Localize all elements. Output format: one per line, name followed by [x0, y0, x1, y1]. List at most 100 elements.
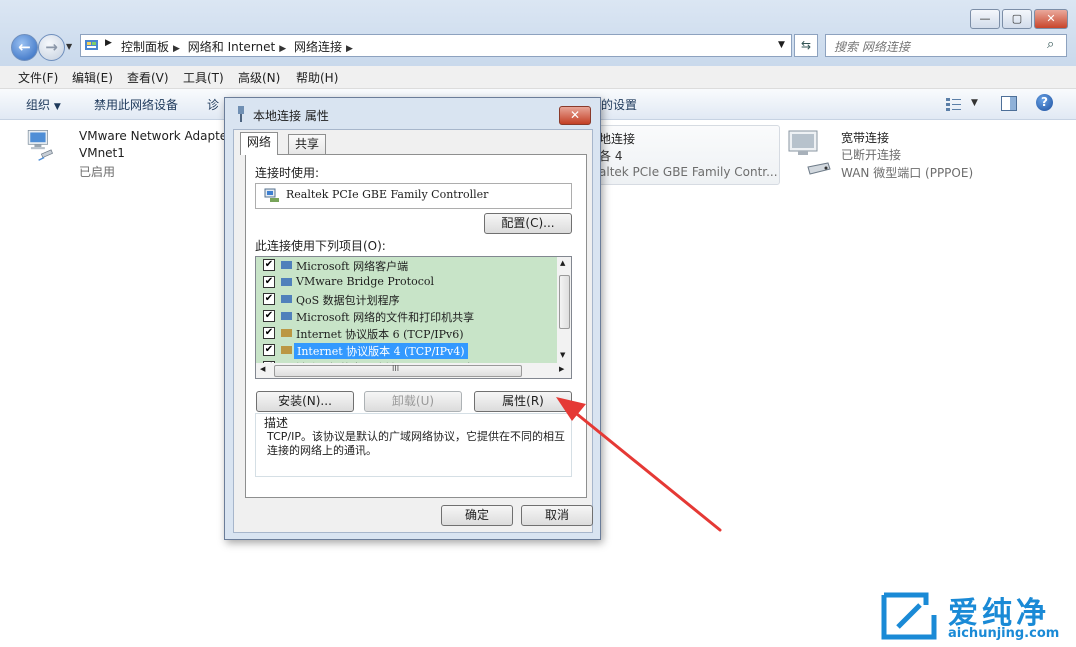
connection-network: 已断开连接 — [841, 148, 902, 162]
close-button[interactable]: ✕ — [1034, 9, 1068, 29]
tab-panel-network: 连接时使用: Realtek PCIe GBE Family Controlle… — [245, 154, 587, 498]
configure-button[interactable]: 配置(C)... — [484, 213, 572, 234]
address-dropdown-icon[interactable]: ▼ — [778, 40, 785, 50]
dialog-title: 本地连接 属性 — [253, 109, 329, 123]
component-icon — [280, 259, 293, 271]
description-group: 描述 TCP/IP。该协议是默认的广域网络协议，它提供在不同的相互连接的网络上的… — [255, 413, 572, 477]
list-item[interactable]: ✔ Internet 协议版本 6 (TCP/IPv6) — [256, 325, 557, 342]
components-list-rows: ✔ Microsoft 网络客户端 ✔ VMware Bridge Protocol ✔… — [256, 257, 557, 363]
description-label: 描述 — [264, 414, 289, 431]
minimize-button[interactable]: — — [970, 9, 1000, 29]
view-options-icon[interactable] — [946, 97, 962, 111]
tab-network[interactable]: 网络 — [240, 132, 279, 155]
list-item-label: Internet 协议版本 4 (TCP/IPv4) — [294, 343, 468, 359]
list-item-label: Internet 协议版本 6 (TCP/IPv6) — [296, 328, 464, 341]
component-icon — [280, 276, 293, 288]
list-item[interactable]: ✔ Microsoft 网络客户端 — [256, 257, 557, 274]
organize-label: 组织 — [26, 98, 51, 112]
scroll-up-icon[interactable]: ▲ — [560, 259, 565, 267]
search-icon[interactable]: ⌕ — [1047, 37, 1054, 52]
refresh-button[interactable]: ⇆ — [794, 34, 818, 57]
menu-file[interactable]: 文件(F) — [18, 69, 58, 86]
change-settings-button[interactable]: 的设置 — [601, 96, 637, 113]
scroll-right-icon[interactable]: ▶ — [559, 365, 564, 373]
menu-view[interactable]: 查看(V) — [127, 69, 169, 86]
checkbox[interactable]: ✔ — [263, 327, 275, 339]
chevron-right-icon: ▶ — [173, 44, 180, 54]
menu-tools[interactable]: 工具(T) — [183, 69, 224, 86]
connection-tile-local[interactable]: 地连接 各 4 altek PCIe GBE Family Contr... — [590, 125, 780, 185]
ok-button[interactable]: 确定 — [441, 505, 513, 526]
hscroll-thumb[interactable]: III — [274, 364, 522, 377]
breadcrumb-network-internet[interactable]: 网络和 Internet — [188, 40, 275, 54]
dialog-close-button[interactable]: ✕ — [559, 106, 591, 125]
scroll-grip: III — [392, 364, 400, 373]
menu-edit[interactable]: 编辑(E) — [72, 69, 113, 86]
list-item-label: QoS 数据包计划程序 — [296, 294, 400, 307]
connection-tile-vmware[interactable]: VMware Network Adapte VMnet1 已启用 — [22, 127, 232, 179]
connection-status: 已启用 — [79, 165, 116, 179]
recent-pages-dropdown[interactable]: ▼ — [66, 42, 72, 51]
items-label: 此连接使用下列项目(O): — [255, 239, 386, 253]
breadcrumb-separator: ▶ — [105, 38, 112, 48]
preview-pane-icon[interactable] — [1001, 96, 1017, 111]
connection-name: 宽带连接 — [841, 131, 890, 145]
breadcrumb-network-connections[interactable]: 网络连接 — [294, 40, 342, 54]
list-item[interactable]: ✔ Microsoft 网络的文件和打印机共享 — [256, 308, 557, 325]
help-icon[interactable]: ? — [1036, 94, 1053, 111]
list-item-label: Microsoft 网络客户端 — [296, 260, 409, 273]
install-button[interactable]: 安装(N)... — [256, 391, 354, 412]
connect-using-label: 连接时使用: — [255, 166, 320, 180]
tab-sharing[interactable]: 共享 — [288, 134, 327, 154]
checkbox[interactable]: ✔ — [263, 293, 275, 305]
connection-network: VMnet1 — [79, 146, 125, 160]
forward-button[interactable]: → — [38, 34, 65, 61]
checkbox[interactable]: ✔ — [263, 344, 275, 356]
search-box[interactable]: ⌕ — [825, 34, 1067, 57]
uninstall-button: 卸载(U) — [364, 391, 462, 412]
brand-url: aichunjing.com — [948, 626, 1060, 641]
horizontal-scrollbar[interactable]: ◀ III ▶ — [256, 363, 571, 378]
organize-button[interactable]: 组织 ▼ — [26, 96, 61, 113]
menu-advanced[interactable]: 高级(N) — [238, 69, 280, 86]
components-list[interactable]: ✔ Microsoft 网络客户端 ✔ VMware Bridge Protocol ✔… — [255, 256, 572, 379]
properties-dialog: 本地连接 属性 ✕ 网络 共享 连接时使用: Realtek PCIe GBE … — [224, 97, 601, 540]
checkbox[interactable]: ✔ — [263, 259, 275, 271]
watermark: 爱纯净 aichunjing.com — [876, 586, 1072, 644]
network-plug-icon — [238, 106, 244, 122]
back-button[interactable]: ← — [11, 34, 38, 61]
component-icon — [280, 293, 293, 305]
view-dropdown-icon[interactable]: ▼ — [971, 98, 978, 108]
arrow-left-icon: ← — [18, 38, 31, 56]
search-input[interactable] — [832, 36, 1036, 57]
checkbox[interactable]: ✔ — [263, 310, 275, 322]
disable-device-button[interactable]: 禁用此网络设备 — [94, 96, 178, 113]
broadband-modem-icon — [788, 130, 831, 175]
list-item[interactable]: ✔ VMware Bridge Protocol — [256, 274, 557, 291]
cancel-button[interactable]: 取消 — [521, 505, 593, 526]
refresh-icon: ⇆ — [800, 38, 812, 52]
scroll-down-icon[interactable]: ▼ — [560, 351, 565, 359]
properties-button[interactable]: 属性(R) — [474, 391, 572, 412]
network-adapter-icon — [27, 130, 53, 161]
connection-status: altek PCIe GBE Family Contr... — [599, 165, 778, 179]
breadcrumb: 控制面板 ▶ 网络和 Internet ▶ 网络连接 ▶ — [121, 38, 357, 55]
network-card-icon — [264, 188, 279, 202]
component-icon — [280, 310, 293, 322]
address-bar[interactable]: ▶ 控制面板 ▶ 网络和 Internet ▶ 网络连接 ▶ ▼ — [80, 34, 792, 57]
scroll-thumb[interactable] — [559, 275, 570, 329]
maximize-button[interactable]: ▢ — [1002, 9, 1032, 29]
description-text: TCP/IP。该协议是默认的广域网络协议，它提供在不同的相互连接的网络上的通讯。 — [267, 430, 565, 457]
scroll-left-icon[interactable]: ◀ — [260, 365, 265, 373]
connection-tile-broadband[interactable]: 宽带连接 已断开连接 WAN 微型端口 (PPPOE) — [786, 127, 1016, 180]
menu-help[interactable]: 帮助(H) — [296, 69, 338, 86]
vertical-scrollbar[interactable]: ▲ ▼ — [557, 257, 571, 363]
list-item[interactable]: ✔ Internet 协议版本 4 (TCP/IPv4) — [256, 342, 557, 359]
breadcrumb-control-panel[interactable]: 控制面板 — [121, 40, 169, 54]
control-panel-icon — [85, 40, 98, 50]
adapter-field: Realtek PCIe GBE Family Controller — [255, 183, 572, 209]
list-item[interactable]: ✔ QoS 数据包计划程序 — [256, 291, 557, 308]
checkbox[interactable]: ✔ — [263, 276, 275, 288]
diagnose-button[interactable]: 诊 — [207, 96, 219, 113]
component-icon — [280, 344, 293, 356]
